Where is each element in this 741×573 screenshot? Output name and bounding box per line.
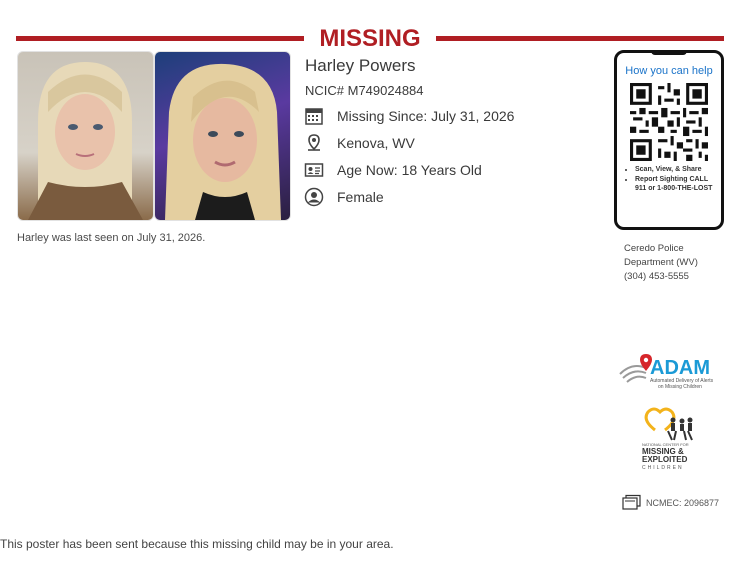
ncmec-line4: CHILDREN bbox=[642, 465, 684, 471]
last-seen-note: Harley was last seen on July 31, 2026. bbox=[17, 232, 206, 244]
ncmec-line3: EXPLOITED bbox=[642, 455, 688, 464]
agency-name-line2: Department (WV) bbox=[624, 257, 698, 268]
missing-since-row: Missing Since: July 31, 2026 bbox=[303, 105, 514, 127]
id-card-icon bbox=[303, 159, 325, 181]
age-row: Age Now: 18 Years Old bbox=[303, 159, 482, 181]
adam-tagline-2: on Missing Children bbox=[658, 384, 702, 390]
header-rule-left bbox=[16, 36, 304, 41]
agency-contact: Ceredo Police Department (WV) (304) 453-… bbox=[624, 242, 698, 284]
missing-person-photo-2 bbox=[154, 51, 291, 221]
poster-title: MISSING bbox=[319, 25, 421, 52]
qr-phone-panel: How you can help Scan, View, & Share Rep… bbox=[614, 50, 724, 230]
ncic-number: NCIC# M749024884 bbox=[305, 83, 424, 98]
location-text: Kenova, WV bbox=[337, 135, 415, 151]
how-you-can-help-heading: How you can help bbox=[625, 65, 713, 77]
help-instructions: Scan, View, & Share Report Sighting CALL… bbox=[623, 165, 719, 194]
missing-person-photo-1 bbox=[17, 51, 154, 221]
adam-logo: ADAM Automated Delivery of Alerts on Mis… bbox=[619, 354, 714, 390]
header-rule-right bbox=[436, 36, 724, 41]
adam-wordmark: ADAM bbox=[650, 357, 710, 379]
age-text: Age Now: 18 Years Old bbox=[337, 162, 482, 178]
location-pin-icon bbox=[303, 132, 325, 154]
location-row: Kenova, WV bbox=[303, 132, 415, 154]
sex-row: Female bbox=[303, 186, 384, 208]
person-name: Harley Powers bbox=[305, 56, 416, 75]
documents-icon bbox=[622, 494, 642, 512]
ncmec-logo: NATIONAL CENTER FOR MISSING & EXPLOITED … bbox=[642, 407, 693, 471]
sex-text: Female bbox=[337, 189, 384, 205]
calendar-icon bbox=[303, 105, 325, 127]
agency-phone[interactable]: (304) 453-5555 bbox=[624, 270, 698, 284]
missing-since-text: Missing Since: July 31, 2026 bbox=[337, 108, 515, 124]
ncmec-number-text: NCMEC: 2096877 bbox=[646, 498, 720, 508]
agency-name-line1: Ceredo Police bbox=[624, 243, 684, 254]
qr-code[interactable] bbox=[630, 83, 708, 161]
ncmec-case-number: NCMEC: 2096877 bbox=[622, 494, 719, 512]
footer-note: This poster has been sent because this m… bbox=[0, 537, 394, 551]
help-instruction-item: Report Sighting CALL 911 or 1-800-THE-LO… bbox=[635, 175, 719, 193]
phone-notch bbox=[651, 50, 687, 55]
person-icon bbox=[303, 186, 325, 208]
help-instruction-item: Scan, View, & Share bbox=[635, 165, 719, 174]
